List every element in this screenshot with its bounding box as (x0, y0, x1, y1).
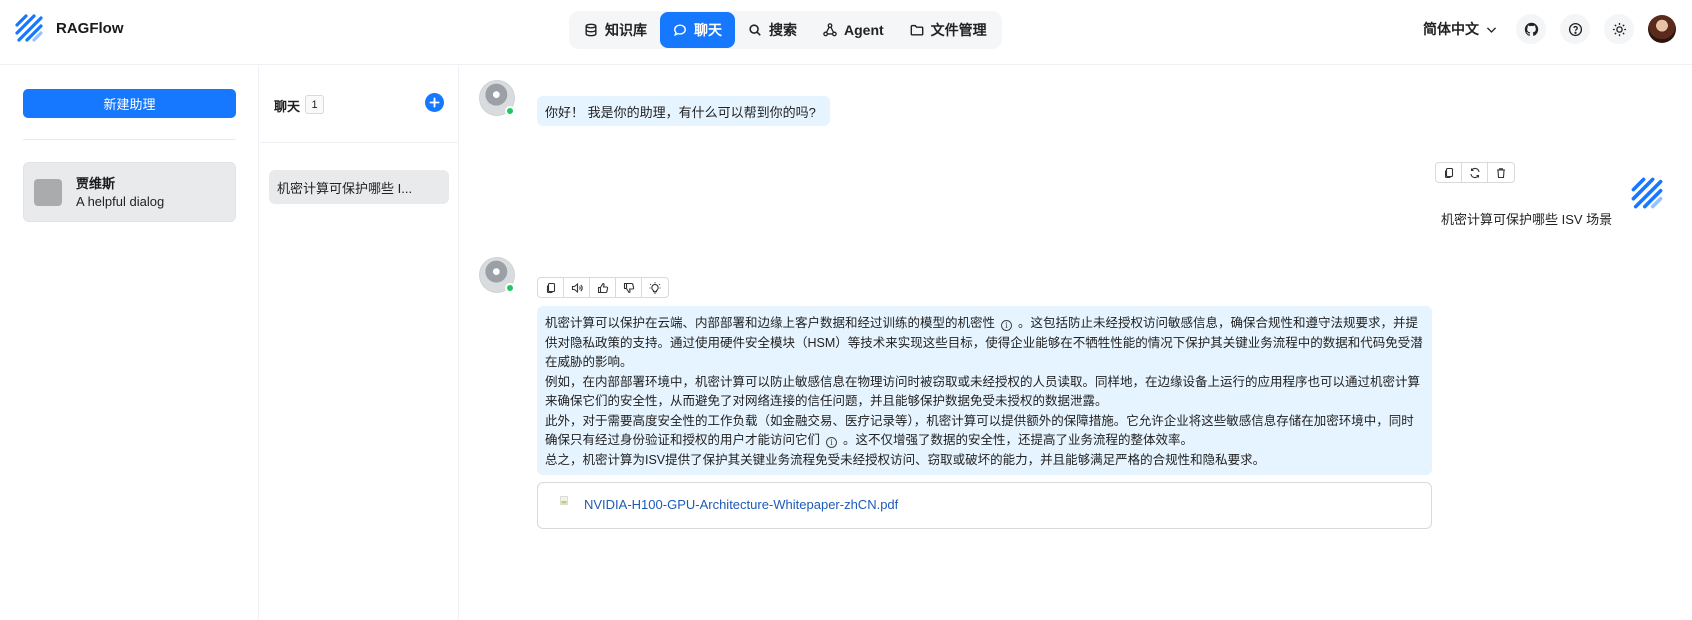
online-status-dot (505, 283, 515, 293)
folder-icon (910, 24, 924, 36)
plus-icon (429, 97, 440, 108)
chat-panel: 你好！ 我是你的助理，有什么可以帮到你的吗? 机密计算可保护哪些 ISV 场景 (460, 66, 1692, 620)
user-message-toolbar (1435, 162, 1515, 183)
nav-label: 聊天 (694, 22, 722, 38)
copy-icon (1444, 167, 1453, 178)
assistant-greeting-bubble: 你好！ 我是你的助理，有什么可以帮到你的吗? (537, 96, 830, 126)
reference-info-icon[interactable]: i (826, 437, 838, 449)
regenerate-button[interactable] (1462, 163, 1488, 182)
speaker-icon (571, 282, 583, 293)
language-label: 简体中文 (1423, 21, 1479, 37)
nav-search[interactable]: 搜索 (735, 12, 810, 48)
database-icon (585, 23, 597, 37)
nav-agent[interactable]: Agent (810, 12, 897, 48)
search-icon (749, 24, 761, 36)
assistant-description: A helpful dialog (76, 194, 165, 209)
answer-paragraph: 机密计算可以保护在云端、内部部署和边缘上客户数据和经过训练的模型的机密性 i 。这包… (545, 314, 1424, 373)
thumbs-down-icon (623, 282, 634, 293)
agent-graph-icon (823, 23, 837, 37)
regenerate-icon (1469, 167, 1480, 178)
copy-button[interactable] (1436, 163, 1462, 182)
conversation-count-badge: 1 (305, 95, 324, 114)
lightbulb-icon (649, 281, 661, 294)
ragflow-logo-icon (15, 14, 43, 42)
language-selector[interactable]: 简体中文 (1423, 19, 1498, 39)
nav-label: 搜索 (769, 22, 797, 38)
nav-label: 知识库 (605, 22, 647, 38)
assistant-card[interactable]: 贾维斯 A helpful dialog (23, 162, 236, 222)
help-button[interactable] (1560, 14, 1590, 44)
copy-icon (546, 282, 555, 293)
assistant-avatar (34, 179, 62, 206)
reference-file-card[interactable]: NVIDIA-H100-GPU-Architecture-Whitepaper-… (537, 482, 1432, 529)
copy-button[interactable] (538, 278, 564, 297)
theme-toggle-button[interactable] (1604, 14, 1634, 44)
chevron-down-icon (1486, 26, 1497, 33)
online-status-dot (505, 106, 515, 116)
divider (23, 139, 236, 140)
answer-paragraph: 例如，在内部部署环境中，机密计算可以防止敏感信息在物理访问时被窃取或未经授权的人… (545, 374, 1421, 409)
reference-info-icon[interactable]: i (1001, 320, 1013, 332)
github-button[interactable] (1516, 14, 1546, 44)
conversation-list-header: 聊天 1 (260, 66, 459, 143)
assistant-name: 贾维斯 (76, 176, 116, 191)
chat-bubble-icon (674, 24, 686, 37)
reference-file-link[interactable]: NVIDIA-H100-GPU-Architecture-Whitepaper-… (584, 497, 898, 512)
user-avatar[interactable] (1648, 15, 1676, 43)
answer-text: 。这不仅增强了数据的安全性，还提高了业务流程的整体效率。 (843, 433, 1194, 447)
new-assistant-button[interactable]: 新建助理 (23, 89, 236, 118)
assistant-sidebar: 新建助理 贾维斯 A helpful dialog (0, 66, 259, 620)
conversation-item[interactable]: 机密计算可保护哪些 I... (269, 170, 449, 204)
like-button[interactable] (590, 278, 616, 297)
delete-icon (1497, 167, 1505, 178)
conversation-list-panel: 聊天 1 机密计算可保护哪些 I... (260, 66, 459, 620)
ragflow-user-avatar-icon (1631, 177, 1663, 209)
thumbs-up-icon (597, 282, 608, 293)
help-icon (1568, 22, 1582, 36)
user-message-text: 机密计算可保护哪些 ISV 场景 (1441, 212, 1613, 227)
nav-file-management[interactable]: 文件管理 (897, 12, 1000, 48)
read-aloud-button[interactable] (564, 278, 590, 297)
app-logo[interactable]: RAGFlow (14, 13, 124, 43)
conversation-list-title: 聊天 (274, 99, 301, 114)
answer-text: 机密计算可以保护在云端、内部部署和边缘上客户数据和经过训练的模型的机密性 (545, 316, 996, 330)
delete-button[interactable] (1488, 163, 1514, 182)
assistant-answer-bubble: 机密计算可以保护在云端、内部部署和边缘上客户数据和经过训练的模型的机密性 i 。这包… (537, 306, 1432, 475)
add-conversation-button[interactable] (425, 93, 444, 112)
answer-paragraph: 总之，机密计算为ISV提供了保护其关键业务流程免受未经授权访问、窃取或破坏的能力… (545, 452, 1266, 467)
nav-label: Agent (844, 22, 884, 38)
github-icon (1524, 22, 1538, 36)
main-nav: 知识库 聊天 搜索 Agent 文件管理 (569, 11, 1002, 49)
answer-toolbar (537, 277, 669, 298)
nav-chat[interactable]: 聊天 (660, 12, 735, 48)
pdf-file-icon (560, 496, 568, 505)
nav-label: 文件管理 (930, 22, 987, 38)
top-header: RAGFlow 知识库 聊天 搜索 Agent 文件管理 简体中文 (0, 0, 1692, 65)
dislike-button[interactable] (616, 278, 642, 297)
suggestion-button[interactable] (642, 278, 668, 297)
theme-sun-icon (1612, 22, 1626, 36)
answer-paragraph: 此外，对于需要高度安全性的工作负载（如金融交易、医疗记录等），机密计算可以提供额… (545, 412, 1424, 451)
app-name: RAGFlow (56, 19, 124, 37)
header-actions: 简体中文 (1423, 14, 1676, 44)
nav-knowledge-base[interactable]: 知识库 (571, 12, 660, 48)
